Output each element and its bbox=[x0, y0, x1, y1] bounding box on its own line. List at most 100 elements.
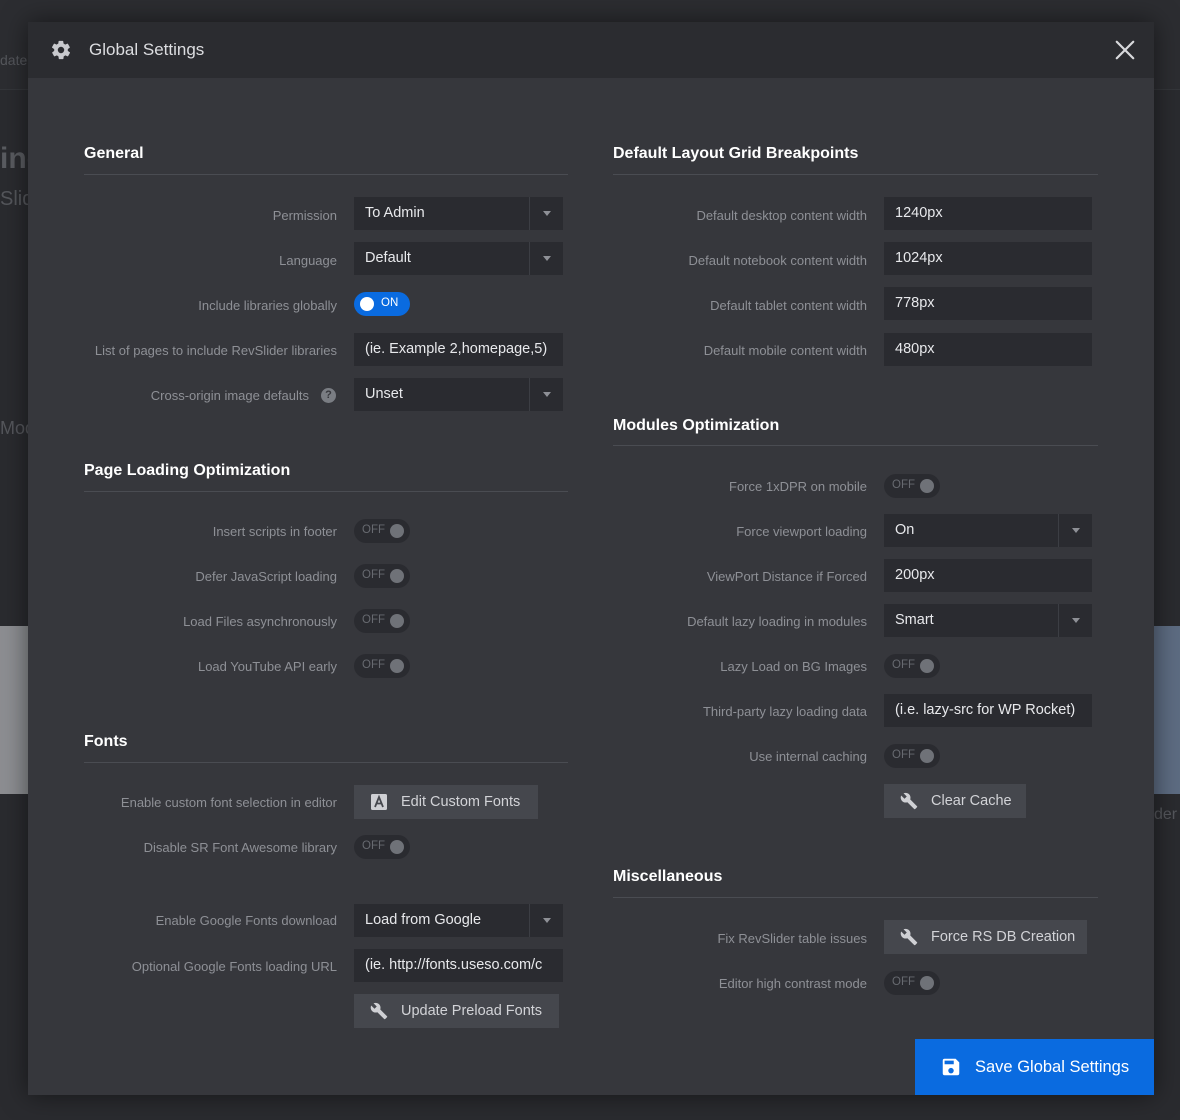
background-fragment: Mod bbox=[0, 418, 28, 438]
section-title-modules: Modules Optimization bbox=[613, 417, 780, 434]
chevron-down-icon bbox=[529, 378, 563, 411]
section-title-general: General bbox=[84, 145, 144, 162]
load-async-toggle[interactable]: OFF bbox=[354, 609, 410, 633]
background-panel bbox=[1154, 626, 1180, 794]
toggle-knob bbox=[920, 479, 934, 493]
toggle-knob bbox=[390, 659, 404, 673]
font-awesome-toggle[interactable]: OFF bbox=[354, 835, 410, 859]
toggle-knob bbox=[390, 614, 404, 628]
chevron-down-icon bbox=[529, 904, 563, 937]
permission-select[interactable]: To Admin bbox=[354, 197, 563, 230]
section-divider bbox=[613, 897, 1098, 898]
pages-list-input[interactable]: (ie. Example 2,homepage,5) bbox=[354, 333, 563, 366]
permission-value: To Admin bbox=[365, 205, 425, 221]
edit-custom-fonts-button[interactable]: Edit Custom Fonts bbox=[354, 785, 538, 819]
clear-cache-button[interactable]: Clear Cache bbox=[884, 784, 1026, 818]
notebook-width-label: Default notebook content width bbox=[688, 253, 867, 268]
toggle-knob bbox=[390, 524, 404, 538]
google-download-label: Enable Google Fonts download bbox=[155, 913, 337, 928]
section-divider bbox=[84, 762, 568, 763]
chevron-down-icon bbox=[1058, 604, 1092, 637]
viewport-loading-value: On bbox=[895, 522, 915, 538]
help-icon[interactable]: ? bbox=[321, 388, 336, 403]
google-download-select[interactable]: Load from Google bbox=[354, 904, 563, 937]
lazy-loading-value: Smart bbox=[895, 612, 934, 628]
gear-icon bbox=[51, 40, 71, 60]
footer-scripts-label: Insert scripts in footer bbox=[212, 524, 337, 539]
button-label: Update Preload Fonts bbox=[401, 1003, 543, 1019]
language-label: Language bbox=[279, 253, 337, 268]
button-label: Save Global Settings bbox=[975, 1058, 1130, 1076]
lazy-bg-toggle[interactable]: OFF bbox=[884, 654, 940, 678]
toggle-knob bbox=[360, 297, 374, 311]
include-libraries-toggle[interactable]: ON bbox=[354, 292, 410, 316]
defer-js-label: Defer JavaScript loading bbox=[195, 569, 337, 584]
background-fragment: ing bbox=[0, 142, 28, 175]
save-global-settings-button[interactable]: Save Global Settings bbox=[915, 1039, 1154, 1095]
mobile-width-input[interactable]: 480px bbox=[884, 333, 1092, 366]
font-awesome-label: Disable SR Font Awesome library bbox=[143, 840, 337, 855]
third-party-input[interactable]: (i.e. lazy-src for WP Rocket) bbox=[884, 694, 1092, 727]
lazy-loading-select[interactable]: Smart bbox=[884, 604, 1092, 637]
cross-origin-select[interactable]: Unset bbox=[354, 378, 563, 411]
cross-origin-label: Cross-origin image defaults bbox=[150, 388, 309, 403]
toggle-state: OFF bbox=[362, 524, 385, 536]
floppy-disk-icon bbox=[942, 1058, 960, 1076]
section-divider bbox=[84, 174, 568, 175]
toggle-state: OFF bbox=[892, 976, 915, 988]
include-libraries-label: Include libraries globally bbox=[198, 298, 337, 313]
toggle-state: OFF bbox=[362, 659, 385, 671]
background-fragment: der bbox=[1154, 806, 1178, 823]
tablet-width-label: Default tablet content width bbox=[710, 298, 867, 313]
google-url-input[interactable]: (ie. http://fonts.useso.com/c bbox=[354, 949, 563, 982]
permission-label: Permission bbox=[272, 208, 337, 223]
toggle-knob bbox=[390, 569, 404, 583]
footer-scripts-toggle[interactable]: OFF bbox=[354, 519, 410, 543]
update-preload-fonts-button[interactable]: Update Preload Fonts bbox=[354, 994, 559, 1028]
third-party-label: Third-party lazy loading data bbox=[702, 704, 867, 719]
chevron-down-icon bbox=[529, 242, 563, 275]
language-select[interactable]: Default bbox=[354, 242, 563, 275]
custom-font-label: Enable custom font selection in editor bbox=[120, 795, 337, 810]
language-value: Default bbox=[365, 250, 411, 266]
defer-js-toggle[interactable]: OFF bbox=[354, 564, 410, 588]
mobile-width-label: Default mobile content width bbox=[703, 343, 867, 358]
toggle-state: OFF bbox=[892, 659, 915, 671]
section-divider bbox=[84, 491, 568, 492]
youtube-api-toggle[interactable]: OFF bbox=[354, 654, 410, 678]
button-label: Edit Custom Fonts bbox=[401, 794, 521, 810]
internal-caching-toggle[interactable]: OFF bbox=[884, 744, 940, 768]
load-async-label: Load Files asynchronously bbox=[183, 614, 337, 629]
button-label: Clear Cache bbox=[931, 793, 1012, 809]
desktop-width-input[interactable]: 1240px bbox=[884, 197, 1092, 230]
section-title-page-loading: Page Loading Optimization bbox=[84, 462, 291, 479]
tablet-width-input[interactable]: 778px bbox=[884, 287, 1092, 320]
force-db-creation-button[interactable]: Force RS DB Creation bbox=[884, 920, 1087, 954]
high-contrast-toggle[interactable]: OFF bbox=[884, 971, 940, 995]
viewport-loading-select[interactable]: On bbox=[884, 514, 1092, 547]
section-divider bbox=[613, 174, 1098, 175]
lazy-loading-label: Default lazy loading in modules bbox=[687, 614, 867, 629]
close-icon[interactable] bbox=[1114, 39, 1136, 61]
font-a-icon bbox=[371, 794, 387, 810]
section-title-fonts: Fonts bbox=[84, 733, 128, 750]
internal-caching-label: Use internal caching bbox=[749, 749, 867, 764]
notebook-width-input[interactable]: 1024px bbox=[884, 242, 1092, 275]
youtube-api-label: Load YouTube API early bbox=[197, 659, 337, 674]
force-dpr-toggle[interactable]: OFF bbox=[884, 474, 940, 498]
viewport-loading-label: Force viewport loading bbox=[736, 524, 867, 539]
toggle-knob bbox=[920, 976, 934, 990]
high-contrast-label: Editor high contrast mode bbox=[718, 976, 867, 991]
wrench-icon bbox=[900, 792, 918, 810]
section-divider bbox=[613, 445, 1098, 446]
toggle-state: OFF bbox=[892, 479, 915, 491]
viewport-distance-input[interactable]: 200px bbox=[884, 559, 1092, 592]
toggle-state: OFF bbox=[362, 614, 385, 626]
background-panel bbox=[0, 626, 28, 794]
wrench-icon bbox=[900, 928, 918, 946]
wrench-icon bbox=[370, 1002, 388, 1020]
toggle-knob bbox=[920, 749, 934, 763]
background-fragment: date bbox=[0, 52, 28, 68]
cross-origin-value: Unset bbox=[365, 386, 403, 402]
pages-list-label: List of pages to include RevSlider libra… bbox=[94, 343, 337, 358]
